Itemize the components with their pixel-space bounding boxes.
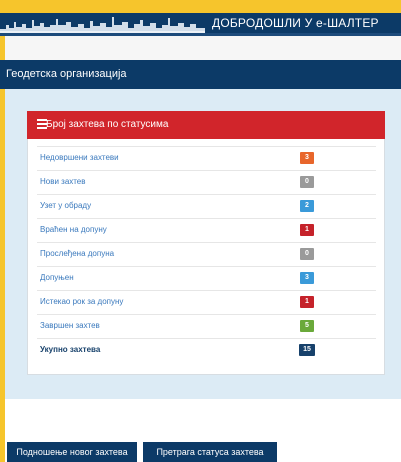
banner-title: ДОБРОДОШЛИ У е-ШАЛТЕР: [212, 16, 379, 30]
status-row[interactable]: Прослеђена допуна 0: [37, 242, 376, 266]
status-link[interactable]: Прослеђена допуна: [40, 243, 114, 265]
status-row[interactable]: Враћен на допуну 1: [37, 218, 376, 242]
count-badge: 0: [300, 248, 314, 260]
status-row[interactable]: Истекао рок за допуну 1: [37, 290, 376, 314]
status-link[interactable]: Недовршени захтеви: [40, 147, 119, 169]
count-badge: 1: [300, 224, 314, 236]
status-list: Недовршени захтеви 3 Нови захтев 0 Узет у об…: [37, 146, 376, 366]
count-badge: 0: [300, 176, 314, 188]
banner-top-edge: [0, 0, 401, 13]
status-link[interactable]: Допуњен: [40, 267, 74, 289]
status-row[interactable]: Завршен захтев 5: [37, 314, 376, 338]
status-panel-title: Број захтева по статусима: [46, 119, 169, 130]
status-link[interactable]: Нови захтев: [40, 171, 85, 193]
status-panel: Број захтева по статусима Недовршени зах…: [27, 111, 385, 375]
count-badge: 5: [300, 320, 314, 332]
count-badge: 1: [300, 296, 314, 308]
new-request-button[interactable]: Подношење новог захтева: [7, 442, 137, 462]
status-link[interactable]: Враћен на допуну: [40, 219, 107, 241]
count-badge: 3: [300, 152, 314, 164]
status-row[interactable]: Допуњен 3: [37, 266, 376, 290]
content-area: Број захтева по статусима Недовршени зах…: [5, 89, 401, 399]
status-link[interactable]: Завршен захтев: [40, 315, 100, 337]
organization-bar: Геодетска организација: [0, 60, 401, 89]
count-badge: 2: [300, 200, 314, 212]
organization-name: Геодетска организација: [6, 68, 127, 80]
search-status-button[interactable]: Претрага статуса захтева: [143, 442, 277, 462]
total-count-badge: 15: [299, 344, 315, 356]
top-banner: ДОБРОДОШЛИ У е-ШАЛТЕР: [0, 0, 401, 36]
status-link[interactable]: Истекао рок за допуну: [40, 291, 123, 313]
status-row[interactable]: Недовршени захтеви 3: [37, 146, 376, 169]
status-row-total[interactable]: Укупно захтева 15: [37, 338, 376, 362]
city-skyline-image: [0, 13, 205, 33]
status-row[interactable]: Узет у обраду 2: [37, 194, 376, 218]
banner-bottom-edge: [0, 33, 401, 36]
status-link[interactable]: Узет у обраду: [40, 195, 91, 217]
status-row[interactable]: Нови захтев 0: [37, 170, 376, 194]
count-badge: 3: [300, 272, 314, 284]
total-requests-label: Укупно захтева: [40, 345, 101, 354]
status-panel-header: Број захтева по статусима: [27, 111, 385, 139]
